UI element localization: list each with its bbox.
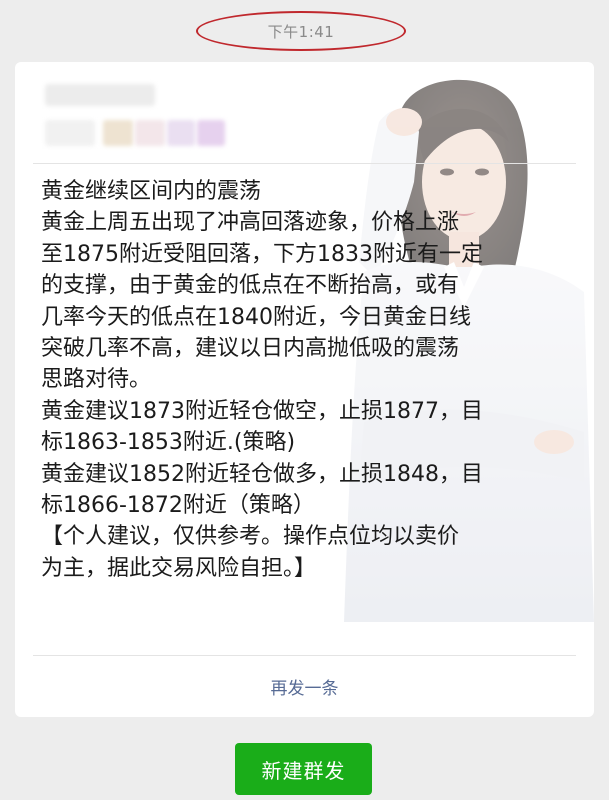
message-line: 黄金建议1873附近轻仓做空，止损1877，目 [41, 398, 483, 424]
message-line: 为主，据此交易风险自担。】 [41, 555, 317, 581]
message-card: 黄金继续区间内的震荡 黄金上周五出现了冲高回落迹象，价格上涨 至1875附近受阻… [15, 62, 594, 717]
mass-message-screen: 下午1:41 黄金继续区间内的震荡 黄金上周五出现了冲高回落迹象，价格上涨 至1… [0, 0, 609, 800]
message-line: 几率今天的低点在1840附近，今日黄金日线 [41, 304, 471, 330]
message-line: 黄金上周五出现了冲高回落迹象，价格上涨 [41, 210, 460, 236]
message-line: 标1866-1872附近（策略） [41, 493, 315, 519]
redacted-sender-info [45, 84, 245, 164]
message-body: 黄金继续区间内的震荡 黄金上周五出现了冲高回落迹象，价格上涨 至1875附近受阻… [41, 176, 586, 584]
message-line: 至1875附近受阻回落，下方1833附近有一定 [41, 241, 483, 267]
timestamp-highlight: 下午1:41 [196, 11, 406, 51]
message-line: 的支撑，由于黄金的低点在不断抬高，或有 [41, 273, 460, 299]
message-line: 黄金建议1852附近轻仓做多，止损1848，目 [41, 461, 483, 487]
footer-divider [33, 655, 576, 656]
message-line: 【个人建议，仅供参考。操作点位均以卖价 [41, 524, 460, 550]
message-line: 突破几率不高，建议以日内高抛低吸的震荡 [41, 336, 460, 362]
message-line: 思路对待。 [41, 367, 152, 393]
resend-link[interactable]: 再发一条 [15, 674, 594, 699]
message-line: 标1863-1853附近.(策略) [41, 430, 296, 456]
header-divider [33, 163, 576, 164]
message-line: 黄金继续区间内的震荡 [41, 179, 262, 204]
message-timestamp: 下午1:41 [267, 22, 335, 41]
new-broadcast-button[interactable]: 新建群发 [235, 743, 372, 795]
